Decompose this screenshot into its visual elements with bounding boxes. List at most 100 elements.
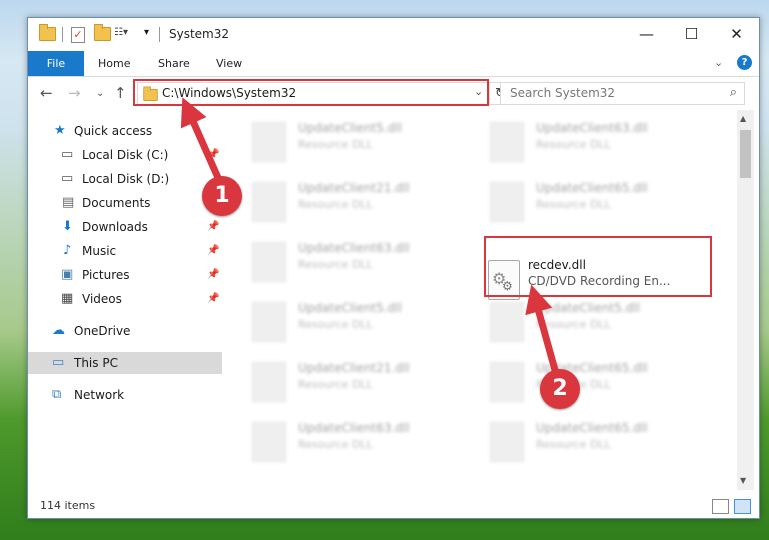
new-folder-icon[interactable] <box>94 24 111 41</box>
details-view-icon[interactable] <box>712 499 729 514</box>
help-icon[interactable]: ? <box>737 55 752 70</box>
file-item[interactable]: UpdateClient63.dll Resource DLL <box>222 236 422 284</box>
expand-ribbon-icon[interactable]: ⌄ <box>714 56 723 69</box>
file-name: UpdateClient5.dll <box>298 301 402 315</box>
sidebar-item-label: Quick access <box>74 124 153 138</box>
file-name: UpdateClient63.dll <box>536 121 648 135</box>
item-count: 114 items <box>40 499 96 512</box>
file-item[interactable]: UpdateClient5.dll Resource DLL <box>460 296 660 344</box>
file-highlight-box <box>484 236 712 297</box>
file-name: UpdateClient63.dll <box>298 241 410 255</box>
network-icon: ⧉ <box>52 387 62 402</box>
address-highlight-box <box>133 79 489 106</box>
sidebar-item-network[interactable]: ⧉ Network <box>28 384 222 406</box>
file-item[interactable]: UpdateClient21.dll Resource DLL <box>222 356 422 404</box>
documents-icon: ▤ <box>62 195 75 210</box>
file-item[interactable]: UpdateClient65.dll Resource DLL <box>460 416 660 464</box>
file-item[interactable]: UpdateClient5.dll Resource DLL <box>222 296 422 344</box>
file-item[interactable]: UpdateClient63.dll Resource DLL <box>222 416 422 464</box>
pin-icon[interactable]: 📌 <box>207 216 219 238</box>
toolbar-dropdown-icon[interactable]: ▾ <box>144 27 149 38</box>
sidebar-item-this-pc[interactable]: ▭ This PC <box>28 352 222 374</box>
dll-file-icon <box>252 122 286 162</box>
file-item[interactable]: UpdateClient5.dll Resource DLL <box>222 116 422 164</box>
dll-file-icon <box>252 362 286 402</box>
file-type: Resource DLL <box>536 438 611 451</box>
file-item[interactable]: UpdateClient65.dll Resource DLL <box>460 176 660 224</box>
dll-file-icon <box>490 362 524 402</box>
status-bar: 114 items <box>28 496 759 518</box>
sidebar-item-label: Local Disk (D:) <box>82 172 170 186</box>
sidebar-item-quick-access[interactable]: ★ Quick access <box>28 120 222 142</box>
scroll-down-icon[interactable]: ▼ <box>740 476 746 485</box>
drive-icon: ▭ <box>61 147 74 162</box>
search-icon[interactable]: ⌕ <box>730 85 737 100</box>
folder-icon <box>39 24 56 41</box>
step-2-badge: 2 <box>540 369 580 409</box>
back-button[interactable]: ← <box>40 84 53 102</box>
drive-icon: ▭ <box>61 171 74 186</box>
sidebar-item-local-disk-d[interactable]: ▭ Local Disk (D:) <box>28 168 222 190</box>
sidebar-item-music[interactable]: ♪ Music 📌 <box>28 240 222 262</box>
sidebar-item-downloads[interactable]: ⬇ Downloads 📌 <box>28 216 222 238</box>
tab-view[interactable]: View <box>216 51 242 76</box>
sidebar-item-label: Downloads <box>82 220 148 234</box>
sidebar-item-label: This PC <box>74 356 118 370</box>
download-icon: ⬇ <box>62 219 73 234</box>
tab-file[interactable]: File <box>28 51 84 76</box>
vertical-scrollbar[interactable]: ▲ ▼ <box>737 110 754 490</box>
maximize-button[interactable]: ☐ <box>669 18 714 51</box>
search-box[interactable]: Search System32 ⌕ <box>500 82 745 105</box>
close-button[interactable]: ✕ <box>714 18 759 51</box>
sidebar-item-pictures[interactable]: ▣ Pictures 📌 <box>28 264 222 286</box>
pin-icon[interactable]: 📌 <box>207 240 219 262</box>
minimize-button[interactable]: — <box>624 18 669 51</box>
large-icons-view-icon[interactable] <box>734 499 751 514</box>
file-type: Resource DLL <box>298 258 373 271</box>
dll-file-icon <box>490 182 524 222</box>
dll-file-icon <box>490 122 524 162</box>
up-button[interactable]: ↑ <box>114 84 127 102</box>
sidebar-item-videos[interactable]: ▦ Videos 📌 <box>28 288 222 310</box>
search-placeholder[interactable]: Search System32 <box>510 86 615 100</box>
file-type: Resource DLL <box>536 318 611 331</box>
title-bar: ✓ ☷▾ ▾ System32 — ☐ ✕ <box>28 18 759 51</box>
file-name: UpdateClient21.dll <box>298 181 410 195</box>
step-1-badge: 1 <box>202 176 242 216</box>
file-item[interactable]: UpdateClient21.dll Resource DLL <box>222 176 422 224</box>
video-icon: ▦ <box>61 291 74 306</box>
sidebar-item-label: Pictures <box>82 268 130 282</box>
scroll-up-icon[interactable]: ▲ <box>740 114 746 123</box>
scrollbar-thumb[interactable] <box>740 130 751 178</box>
dll-file-icon <box>490 302 524 342</box>
divider <box>62 27 63 42</box>
divider <box>159 27 160 42</box>
file-type: Resource DLL <box>298 438 373 451</box>
forward-button[interactable]: → <box>68 84 81 102</box>
file-type: Resource DLL <box>536 198 611 211</box>
cloud-icon: ☁ <box>52 323 65 338</box>
sidebar-item-onedrive[interactable]: ☁ OneDrive <box>28 320 222 342</box>
navigation-pane: ★ Quick access ▭ Local Disk (C:) 📌 ▭ Loc… <box>28 110 222 490</box>
pictures-icon: ▣ <box>61 267 74 282</box>
file-name: UpdateClient65.dll <box>536 421 648 435</box>
tab-share[interactable]: Share <box>158 51 190 76</box>
pin-icon[interactable]: 📌 <box>207 288 219 310</box>
tab-home[interactable]: Home <box>98 51 130 76</box>
properties-check-icon[interactable]: ✓ <box>71 27 85 43</box>
file-name: UpdateClient21.dll <box>298 361 410 375</box>
dll-file-icon <box>490 422 524 462</box>
file-list: UpdateClient5.dll Resource DLL UpdateCli… <box>222 110 737 490</box>
sidebar-item-local-disk-c[interactable]: ▭ Local Disk (C:) 📌 <box>28 144 222 166</box>
sidebar-item-label: Music <box>82 244 117 258</box>
computer-icon: ▭ <box>52 355 65 370</box>
sidebar-item-documents[interactable]: ▤ Documents 📌 <box>28 192 222 214</box>
file-name: UpdateClient5.dll <box>298 121 402 135</box>
customize-toolbar-icon[interactable]: ☷▾ <box>114 27 128 39</box>
pin-icon[interactable]: 📌 <box>207 264 219 286</box>
recent-locations-button[interactable]: ⌄ <box>96 88 104 99</box>
file-item[interactable]: UpdateClient63.dll Resource DLL <box>460 116 660 164</box>
pin-icon[interactable]: 📌 <box>207 144 219 166</box>
music-icon: ♪ <box>63 243 72 258</box>
file-type: Resource DLL <box>298 138 373 151</box>
